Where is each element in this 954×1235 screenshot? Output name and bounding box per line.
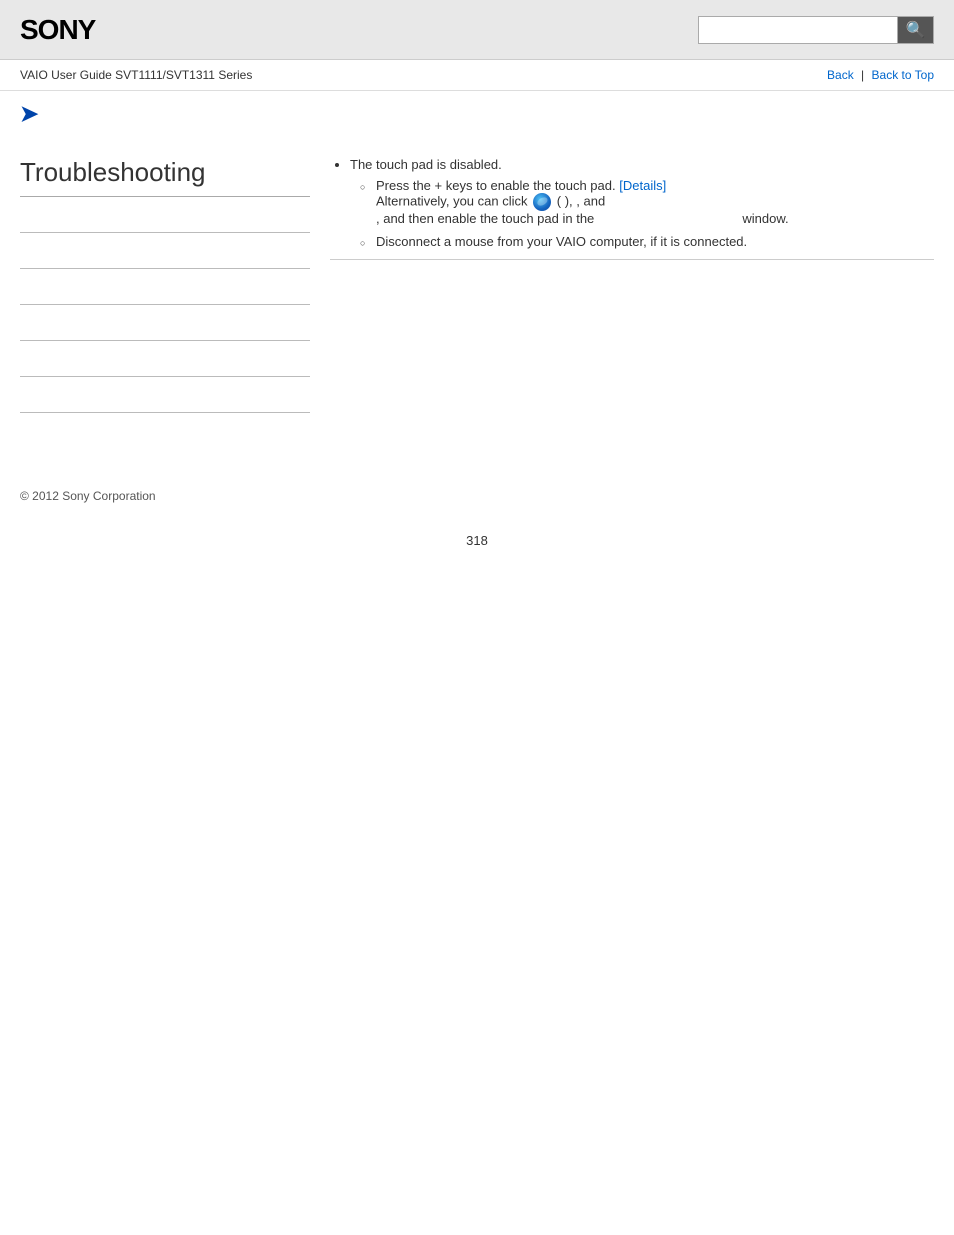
- nav-separator: |: [861, 68, 864, 82]
- sub-list-item-2: Disconnect a mouse from your VAIO comput…: [360, 234, 934, 249]
- main-content: Troubleshooting The touch pad is disable…: [0, 127, 954, 469]
- chevron-section: ➤: [0, 91, 954, 127]
- chevron-icon: ➤: [20, 101, 38, 126]
- sub-item-1-alt-suffix: , and then enable the touch pad in the: [376, 211, 594, 226]
- sidebar-nav-item-1[interactable]: [20, 197, 310, 233]
- nav-links: Back | Back to Top: [827, 68, 934, 82]
- sidebar-title: Troubleshooting: [20, 157, 310, 197]
- sidebar-nav-item-4[interactable]: [20, 305, 310, 341]
- sub-item-1-alt-prefix: Alternatively, you can click: [376, 193, 528, 208]
- sidebar-nav-item-2[interactable]: [20, 233, 310, 269]
- search-button[interactable]: 🔍: [898, 16, 934, 44]
- search-icon: 🔍: [906, 20, 926, 40]
- sub-item-1-alt-end: window.: [742, 211, 788, 226]
- sub-list-item-1: Press the + keys to enable the touch pad…: [360, 178, 934, 226]
- sidebar-nav: [20, 197, 310, 449]
- sub-item-1-alt-and: , and: [576, 193, 605, 208]
- page-footer: © 2012 Sony Corporation: [0, 469, 954, 513]
- key-combo: +: [435, 178, 446, 193]
- details-link[interactable]: [Details]: [619, 178, 666, 193]
- sidebar-nav-item-6[interactable]: [20, 377, 310, 413]
- sidebar-nav-item-3[interactable]: [20, 269, 310, 305]
- sub-item-2-text: Disconnect a mouse from your VAIO comput…: [376, 234, 747, 249]
- page-header: SONY 🔍: [0, 0, 954, 60]
- page-number: 318: [0, 513, 954, 568]
- sidebar-nav-item-5[interactable]: [20, 341, 310, 377]
- content-area: The touch pad is disabled. Press the + k…: [330, 147, 934, 449]
- sony-logo: SONY: [20, 14, 95, 46]
- back-to-top-link[interactable]: Back to Top: [872, 68, 934, 82]
- search-input[interactable]: [698, 16, 898, 44]
- bullet-1-text: The touch pad is disabled.: [350, 157, 502, 172]
- header-search-area: 🔍: [698, 16, 934, 44]
- sidebar-nav-item-7[interactable]: [20, 413, 310, 449]
- back-link[interactable]: Back: [827, 68, 854, 82]
- sub-list: Press the + keys to enable the touch pad…: [360, 178, 934, 249]
- content-divider: [330, 259, 934, 260]
- windows-start-icon: [533, 193, 551, 211]
- main-list: The touch pad is disabled. Press the + k…: [350, 157, 934, 249]
- sidebar: Troubleshooting: [20, 157, 310, 449]
- guide-title: VAIO User Guide SVT1111/SVT1311 Series: [20, 68, 252, 82]
- main-list-item-1: The touch pad is disabled. Press the + k…: [350, 157, 934, 249]
- breadcrumb-bar: VAIO User Guide SVT1111/SVT1311 Series B…: [0, 60, 954, 91]
- copyright-text: © 2012 Sony Corporation: [20, 489, 156, 503]
- sub-item-1-alt-mid: ( ),: [557, 193, 573, 208]
- sub-item-1-prefix: Press the: [376, 178, 431, 193]
- sub-item-1-suffix: keys to enable the touch pad.: [446, 178, 616, 193]
